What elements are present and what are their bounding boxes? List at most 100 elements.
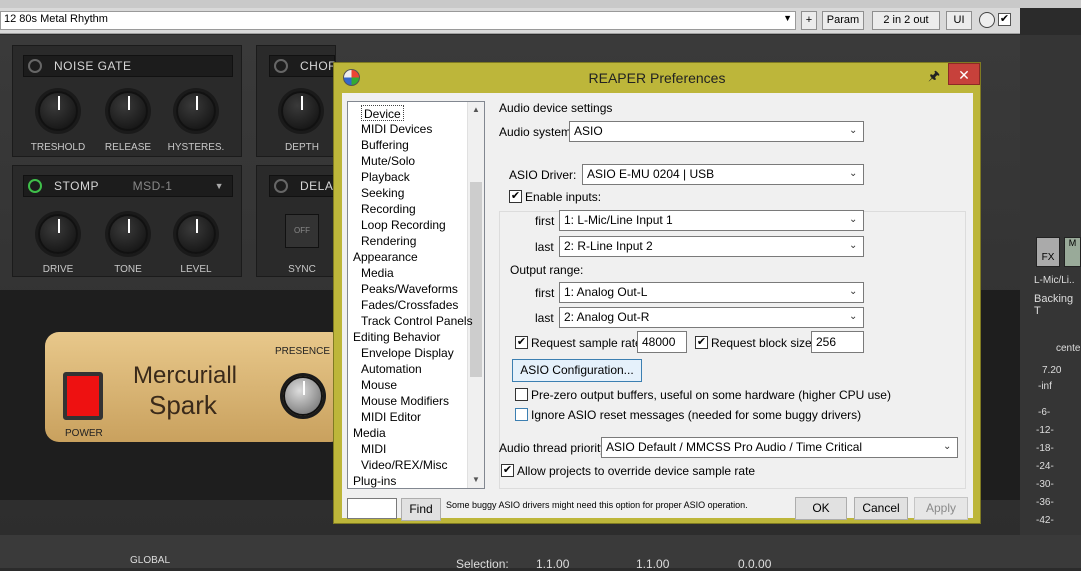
tree-item-recording[interactable]: Recording bbox=[361, 201, 416, 217]
ignore-reset-checkbox[interactable] bbox=[515, 408, 528, 421]
drive-knob[interactable] bbox=[38, 214, 78, 254]
wet-knob-icon[interactable] bbox=[979, 12, 995, 28]
input-first-select[interactable]: 1: L-Mic/Line Input 1 ⌄ bbox=[559, 210, 864, 231]
preferences-tree[interactable]: ▲ ▼ Device MIDI Devices Buffering Mute/Solo… bbox=[347, 101, 485, 489]
scroll-thumb[interactable] bbox=[470, 182, 482, 377]
tree-item-video-rex-misc[interactable]: Video/REX/Misc bbox=[361, 457, 447, 473]
fx-enable-checkbox[interactable]: ✔ bbox=[998, 13, 1011, 26]
prezero-buffers-label: Pre-zero output buffers, useful on some … bbox=[531, 388, 891, 402]
tree-item-media[interactable]: Media bbox=[361, 265, 394, 281]
scroll-up-icon[interactable]: ▲ bbox=[468, 102, 484, 118]
hysteresis-knob[interactable] bbox=[176, 91, 216, 131]
request-sample-rate-checkbox[interactable]: ✔ bbox=[515, 336, 528, 349]
power-icon[interactable] bbox=[28, 59, 42, 73]
power-icon[interactable] bbox=[274, 179, 288, 193]
tree-item-track-control-panels[interactable]: Track Control Panels bbox=[361, 313, 473, 329]
apply-button[interactable]: Apply bbox=[914, 497, 968, 520]
find-button[interactable]: Find bbox=[401, 498, 441, 521]
depth-knob[interactable] bbox=[281, 91, 321, 131]
tree-item-buffering[interactable]: Buffering bbox=[361, 137, 409, 153]
tree-item-plug-ins[interactable]: Plug-ins bbox=[353, 473, 396, 488]
input-last-select[interactable]: 2: R-Line Input 2 ⌄ bbox=[559, 236, 864, 257]
audio-system-select[interactable]: ASIO ⌄ bbox=[569, 121, 864, 142]
tone-knob[interactable] bbox=[108, 214, 148, 254]
stomp-model-selector[interactable]: MSD-1 bbox=[133, 179, 173, 193]
output-first-select[interactable]: 1: Analog Out-L ⌄ bbox=[559, 282, 864, 303]
scroll-down-icon[interactable]: ▼ bbox=[468, 472, 484, 488]
tree-item-device[interactable]: Device bbox=[361, 105, 404, 121]
asio-driver-label: ASIO Driver: bbox=[509, 168, 577, 182]
ok-button[interactable]: OK bbox=[795, 497, 847, 520]
input-first-value: 1: L-Mic/Line Input 1 bbox=[564, 213, 673, 227]
param-button[interactable]: Param bbox=[822, 11, 864, 30]
tree-item-peaks-waveforms[interactable]: Peaks/Waveforms bbox=[361, 281, 458, 297]
tree-item-mute-solo[interactable]: Mute/Solo bbox=[361, 153, 415, 169]
request-block-size-checkbox[interactable]: ✔ bbox=[695, 336, 708, 349]
delay-pedal: DELA OFF SYNC bbox=[256, 165, 336, 277]
power-icon[interactable] bbox=[274, 59, 288, 73]
chevron-down-icon: ⌄ bbox=[849, 125, 858, 136]
chorus-title: CHOR bbox=[269, 55, 337, 77]
close-icon[interactable]: ✕ bbox=[948, 63, 980, 85]
tree-item-seeking[interactable]: Seeking bbox=[361, 185, 404, 201]
stomp-pedal: STOMP MSD-1 ▼ DRIVE TONE LEVEL bbox=[12, 165, 242, 277]
tree-item-playback[interactable]: Playback bbox=[361, 169, 410, 185]
amp-power-switch[interactable] bbox=[63, 372, 103, 420]
delay-off-button[interactable]: OFF bbox=[285, 214, 319, 248]
prezero-buffers-checkbox[interactable] bbox=[515, 388, 528, 401]
preferences-dialog: REAPER Preferences 🖈 ✕ ▲ ▼ Device MIDI De… bbox=[333, 62, 981, 524]
noise-gate-pedal: NOISE GATE TRESHOLD RELEASE HYSTERES. bbox=[12, 45, 242, 157]
search-input[interactable] bbox=[347, 498, 397, 519]
pan-label: cente bbox=[1056, 343, 1081, 354]
tree-item-mouse-modifiers[interactable]: Mouse Modifiers bbox=[361, 393, 449, 409]
tree-item-media[interactable]: Media bbox=[353, 425, 386, 441]
sample-rate-input[interactable]: 48000 bbox=[637, 331, 687, 353]
cancel-button[interactable]: Cancel bbox=[854, 497, 908, 520]
fx-button[interactable]: FX bbox=[1036, 237, 1060, 267]
tree-item-fades-crossfades[interactable]: Fades/Crossfades bbox=[361, 297, 458, 313]
mixer-strip: FX M L-Mic/Li.. Backing T cente 7.20 -in… bbox=[1020, 35, 1081, 535]
tree-item-editing-behavior[interactable]: Editing Behavior bbox=[353, 329, 440, 345]
release-knob[interactable] bbox=[108, 91, 148, 131]
noise-gate-title: NOISE GATE bbox=[23, 55, 233, 77]
release-label: RELEASE bbox=[104, 142, 152, 153]
presence-knob[interactable] bbox=[283, 376, 323, 416]
tree-item-midi-editor[interactable]: MIDI Editor bbox=[361, 409, 421, 425]
threshold-knob[interactable] bbox=[38, 91, 78, 131]
meter-scale-label: -42- bbox=[1036, 515, 1054, 526]
meter-scale-label: -30- bbox=[1036, 479, 1054, 490]
block-size-input[interactable]: 256 bbox=[811, 331, 864, 353]
dialog-titlebar[interactable]: REAPER Preferences 🖈 ✕ bbox=[334, 63, 980, 93]
level-knob[interactable] bbox=[176, 214, 216, 254]
mute-button[interactable]: M bbox=[1064, 237, 1081, 267]
tree-item-appearance[interactable]: Appearance bbox=[353, 249, 418, 265]
power-icon[interactable] bbox=[28, 179, 42, 193]
pin-icon[interactable]: 🖈 bbox=[924, 67, 944, 85]
tree-item-midi-devices[interactable]: MIDI Devices bbox=[361, 121, 432, 137]
meter-scale-label: -36- bbox=[1036, 497, 1054, 508]
tree-item-envelope-display[interactable]: Envelope Display bbox=[361, 345, 454, 361]
allow-override-checkbox[interactable]: ✔ bbox=[501, 464, 514, 477]
thread-priority-select[interactable]: ASIO Default / MMCSS Pro Audio / Time Cr… bbox=[601, 437, 958, 458]
io-routing-button[interactable]: 2 in 2 out bbox=[872, 11, 940, 30]
tree-item-midi[interactable]: MIDI bbox=[361, 441, 386, 457]
tree-scrollbar[interactable]: ▲ ▼ bbox=[467, 102, 484, 488]
ui-button[interactable]: UI bbox=[946, 11, 972, 30]
add-preset-button[interactable]: + bbox=[801, 11, 817, 30]
tree-item-automation[interactable]: Automation bbox=[361, 361, 422, 377]
asio-driver-select[interactable]: ASIO E-MU 0204 | USB ⌄ bbox=[582, 164, 864, 185]
chevron-down-icon: ⌄ bbox=[849, 240, 858, 251]
chevron-down-icon: ▼ bbox=[783, 13, 792, 23]
audio-system-label: Audio system: bbox=[499, 125, 575, 139]
tree-item-mouse[interactable]: Mouse bbox=[361, 377, 397, 393]
tree-item-rendering[interactable]: Rendering bbox=[361, 233, 416, 249]
noise-gate-label: NOISE GATE bbox=[54, 59, 132, 73]
asio-configuration-button[interactable]: ASIO Configuration... bbox=[512, 359, 642, 382]
allow-override-label: Allow projects to override device sample… bbox=[517, 464, 756, 478]
output-last-select[interactable]: 2: Analog Out-R ⌄ bbox=[559, 307, 864, 328]
chevron-down-icon: ⌄ bbox=[849, 214, 858, 225]
enable-inputs-checkbox[interactable]: ✔ bbox=[509, 190, 522, 203]
meter-scale-label: -18- bbox=[1036, 443, 1054, 454]
tree-item-loop-recording[interactable]: Loop Recording bbox=[361, 217, 446, 233]
preset-dropdown[interactable]: 12 80s Metal Rhythm ▼ bbox=[0, 11, 796, 30]
